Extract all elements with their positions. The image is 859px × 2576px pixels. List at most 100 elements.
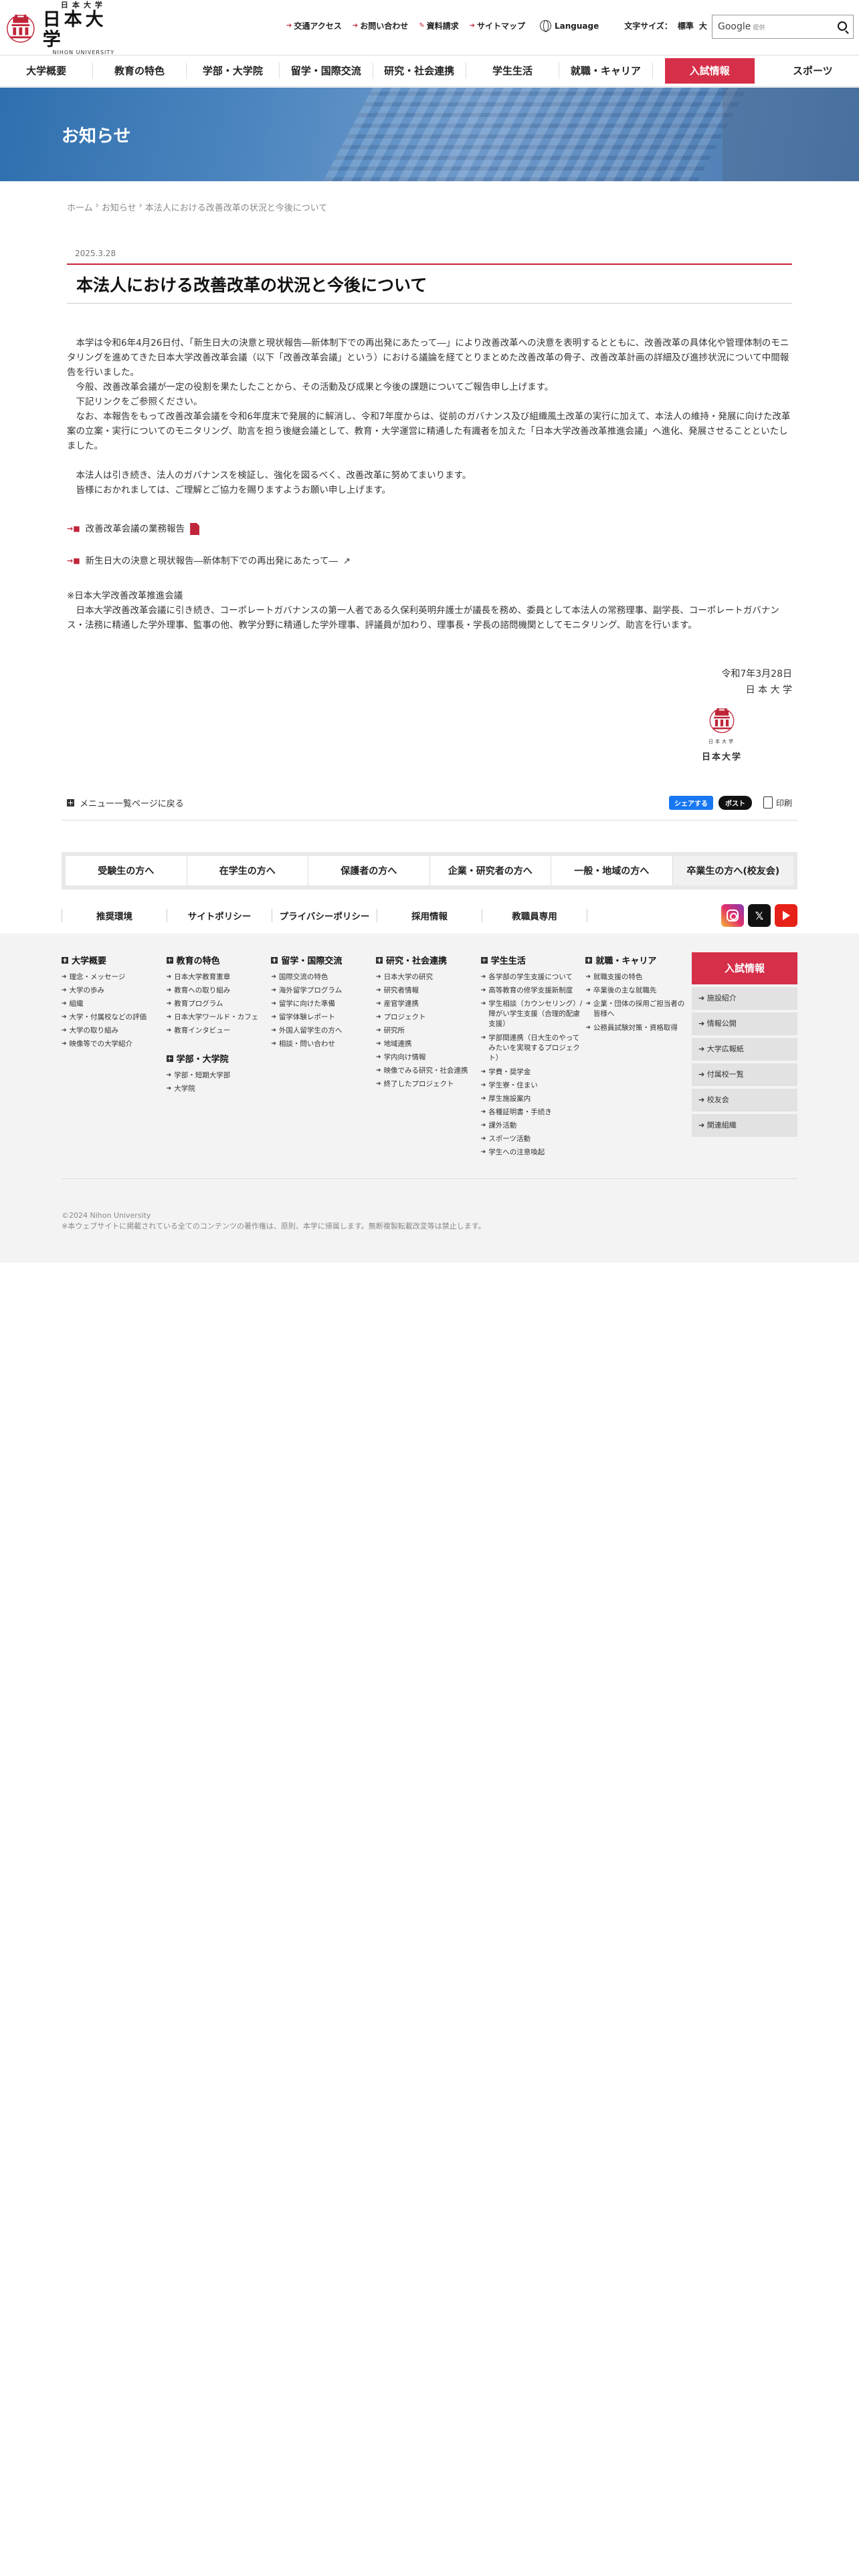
sitemap-link[interactable]: ➔ 高等教育の修学支援新制度	[481, 984, 586, 997]
sitemap-link[interactable]: ➔ 就職支援の特色	[585, 970, 690, 984]
sitemap-link[interactable]: ➔ 公務員試験対策・資格取得	[585, 1021, 690, 1035]
sitemap-link[interactable]: ➔ 教育プログラム	[167, 997, 272, 1010]
side-panel-item[interactable]: ➔ 大学広報紙	[692, 1038, 797, 1061]
sitemap-link[interactable]: ➔ 学内向け情報	[376, 1051, 481, 1064]
gnav-education[interactable]: 教育の特色	[93, 63, 187, 79]
audience-applicants[interactable]: 受験生の方へ	[66, 856, 187, 885]
sitemap-link[interactable]: ➔ 大学の歩み	[62, 984, 167, 997]
sitemap-link[interactable]: ➔ スポーツ活動	[481, 1132, 586, 1146]
breadcrumb-home[interactable]: ホーム	[67, 201, 93, 213]
sitemap-heading[interactable]: 学生生活	[480, 954, 586, 966]
sitemap-link[interactable]: ➔ 理念・メッセージ	[62, 970, 167, 984]
sitemap-link[interactable]: ➔ 大学院	[167, 1082, 272, 1095]
side-panel-item[interactable]: ➔ 付属校一覧	[692, 1063, 797, 1086]
sitemap-link[interactable]: ➔ 各学部の学生支援について	[481, 970, 586, 984]
sitemap-link[interactable]: ➔ 外国人留学生の方へ	[271, 1024, 376, 1037]
sublink-site-policy[interactable]: サイトポリシー	[167, 909, 272, 922]
sitemap-link[interactable]: ➔ 産官学連携	[376, 997, 481, 1010]
link-status-report[interactable]: →■ 新生日大の決意と現状報告―新体制下での再出発にあたって―	[67, 554, 792, 569]
site-logo[interactable]: 日本大学 日本大学 NIHON UNIVERSITY	[4, 1, 124, 56]
social-links: 𝕏	[721, 904, 797, 927]
sitemap-columns: 大学概要 ➔ 理念・メッセージ ➔ 大学の歩み ➔ 組織 ➔ 大学・付属校などの評価 ➔ 大学の取り…	[62, 954, 690, 1159]
back-to-menu-link[interactable]: メニュー一覧ページに戻る	[67, 796, 184, 809]
audience-public[interactable]: 一般・地域の方へ	[551, 856, 673, 885]
util-link-brochure[interactable]: ✎ 資料請求	[419, 20, 458, 31]
instagram-icon[interactable]	[721, 904, 744, 927]
sitemap-heading[interactable]: 留学・国際交流	[271, 954, 376, 966]
sitemap-link[interactable]: ➔ 留学体験レポート	[271, 1010, 376, 1024]
link-report-pdf[interactable]: →■ 改善改革会議の業務報告	[67, 522, 792, 536]
x-icon[interactable]: 𝕏	[748, 904, 771, 927]
sitemap-link[interactable]: ➔ 厚生施設案内	[481, 1092, 586, 1105]
side-panel-item[interactable]: ➔ 関連組織	[692, 1114, 797, 1137]
x-post-button[interactable]: ポスト	[719, 795, 752, 810]
sitemap-link[interactable]: ➔ 課外活動	[481, 1119, 586, 1132]
sitemap-link[interactable]: ➔ 日本大学ワールド・カフェ	[167, 1010, 272, 1024]
audience-business[interactable]: 企業・研究者の方へ	[430, 856, 551, 885]
sitemap-heading[interactable]: 学部・大学院	[166, 1052, 272, 1065]
side-panel-item[interactable]: ➔ 情報公開	[692, 1012, 797, 1035]
gnav-student-life[interactable]: 学生生活	[466, 63, 560, 79]
sitemap-link[interactable]: ➔ 学生への注意喚起	[481, 1146, 586, 1159]
sitemap-link[interactable]: ➔ 相談・問い合わせ	[271, 1037, 376, 1051]
sitemap-link[interactable]: ➔ 研究所	[376, 1024, 481, 1037]
sitemap-link[interactable]: ➔ プロジェクト	[376, 1010, 481, 1024]
sitemap-link[interactable]: ➔ 日本大学教育憲章	[167, 970, 272, 984]
facebook-share-button[interactable]: シェアする	[669, 795, 713, 810]
audience-parents[interactable]: 保護者の方へ	[308, 856, 430, 885]
sublink-privacy-policy[interactable]: プライバシーポリシー	[272, 909, 377, 922]
sitemap-link[interactable]: ➔ 留学に向けた準備	[271, 997, 376, 1010]
youtube-icon[interactable]	[775, 904, 797, 927]
sitemap-link[interactable]: ➔ 大学の取り組み	[62, 1024, 167, 1037]
sitemap-link[interactable]: ➔ 終了したプロジェクト	[376, 1077, 481, 1091]
gnav-about[interactable]: 大学概要	[0, 63, 94, 79]
site-search-input[interactable]: Google 提供	[712, 15, 854, 39]
audience-alumni[interactable]: 卒業生の方へ(校友会)	[672, 856, 793, 885]
sitemap-link[interactable]: ➔ 海外留学プログラム	[271, 984, 376, 997]
gnav-admissions[interactable]: 入試情報	[664, 58, 755, 84]
util-link-contact[interactable]: ➔ お問い合わせ	[353, 20, 408, 31]
sitemap-link[interactable]: ➔ 各種証明書・手続き	[481, 1105, 586, 1119]
sitemap-link[interactable]: ➔ 国際交流の特色	[271, 970, 376, 984]
side-panel-item[interactable]: ➔ 施設紹介	[692, 987, 797, 1010]
sitemap-link[interactable]: ➔ 学生相談（カウンセリング）/障がい学生支援（合理的配慮支援）	[481, 997, 586, 1031]
util-link-sitemap[interactable]: ➔ サイトマップ	[470, 20, 525, 31]
sublink-environment[interactable]: 推奨環境	[62, 909, 167, 922]
sitemap-link[interactable]: ➔ 組織	[62, 997, 167, 1010]
sitemap-link[interactable]: ➔ 企業・団体の採用ご担当者の皆様へ	[585, 997, 690, 1021]
side-admissions-button[interactable]: 入試情報	[692, 952, 797, 984]
audience-students[interactable]: 在学生の方へ	[187, 856, 308, 885]
sitemap-link[interactable]: ➔ 教育への取り組み	[167, 984, 272, 997]
font-size-large-button[interactable]: 大	[699, 20, 707, 31]
sitemap-link[interactable]: ➔ 教育インタビュー	[167, 1024, 272, 1037]
sitemap-link[interactable]: ➔ 映像でみる研究・社会連携	[376, 1064, 481, 1077]
gnav-research[interactable]: 研究・社会連携	[373, 63, 466, 79]
sitemap-link[interactable]: ➔ 地域連携	[376, 1037, 481, 1051]
sitemap-heading[interactable]: 教育の特色	[166, 954, 272, 966]
sublink-staff-only[interactable]: 教職員専用	[482, 909, 587, 922]
side-panel-item[interactable]: ➔ 校友会	[692, 1089, 797, 1111]
sitemap-link[interactable]: ➔ 学費・奨学金	[481, 1065, 586, 1079]
gnav-international[interactable]: 留学・国際交流	[280, 63, 373, 79]
sitemap-link[interactable]: ➔ 日本大学の研究	[376, 970, 481, 984]
util-link-access[interactable]: ➔ 交通アクセス	[286, 20, 342, 31]
font-size-standard-button[interactable]: 標準	[678, 20, 694, 31]
print-button[interactable]: 印刷	[763, 796, 792, 809]
search-icon[interactable]	[838, 21, 847, 31]
language-button[interactable]: Language	[540, 20, 599, 32]
sitemap-link[interactable]: ➔ 映像等での大学紹介	[62, 1037, 167, 1051]
sitemap-heading[interactable]: 研究・社会連携	[376, 954, 481, 966]
gnav-sports[interactable]: スポーツ	[767, 63, 859, 79]
breadcrumb-news[interactable]: お知らせ	[102, 201, 136, 213]
gnav-career[interactable]: 就職・キャリア	[559, 63, 653, 79]
sitemap-link[interactable]: ➔ 卒業後の主な就職先	[585, 984, 690, 997]
sitemap-heading[interactable]: 就職・キャリア	[585, 954, 690, 966]
sitemap-link[interactable]: ➔ 大学・付属校などの評価	[62, 1010, 167, 1024]
sitemap-link[interactable]: ➔ 学生寮・住まい	[481, 1079, 586, 1092]
sitemap-link[interactable]: ➔ 研究者情報	[376, 984, 481, 997]
sitemap-heading[interactable]: 大学概要	[62, 954, 167, 966]
gnav-faculties[interactable]: 学部・大学院	[187, 63, 280, 79]
sublink-recruitment[interactable]: 採用情報	[377, 909, 482, 922]
sitemap-link[interactable]: ➔ 学部間連携（日大生のやってみたいを実現するプロジェクト）	[481, 1031, 586, 1065]
sitemap-link[interactable]: ➔ 学部・短期大学部	[167, 1069, 272, 1082]
